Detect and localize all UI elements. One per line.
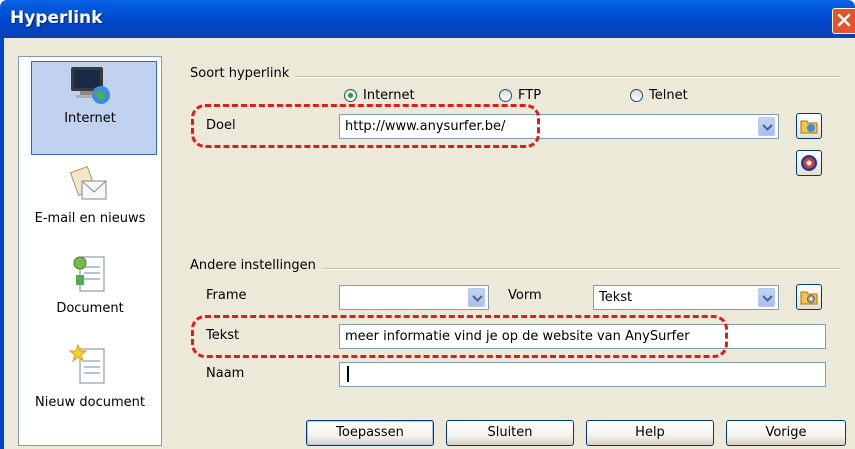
apply-button[interactable]: Toepassen xyxy=(306,420,434,446)
radio-circle xyxy=(344,89,357,102)
radio-circle xyxy=(630,89,643,102)
radio-ftp[interactable]: FTP xyxy=(499,88,541,103)
title-bar: Hyperlink xyxy=(0,0,855,38)
chevron-down-icon xyxy=(762,124,773,131)
sidebar-item-label: Internet xyxy=(64,111,116,126)
back-button[interactable]: Vorige xyxy=(726,420,846,446)
text-field[interactable]: meer informatie vind je op de website va… xyxy=(339,324,826,349)
target-dropdown-button[interactable] xyxy=(758,117,775,136)
sidebar-item-new-document[interactable]: Nieuw document xyxy=(19,343,161,439)
target-icon xyxy=(801,155,817,171)
open-file-button[interactable] xyxy=(796,113,822,139)
radio-label: Telnet xyxy=(649,88,688,103)
form-label: Vorm xyxy=(508,288,542,303)
radio-circle xyxy=(499,89,512,102)
sidebar-item-label: E-mail en nieuws xyxy=(34,211,146,226)
radio-label: FTP xyxy=(518,88,542,103)
help-button[interactable]: Help xyxy=(586,420,714,446)
sidebar-item-email[interactable]: E-mail en nieuws xyxy=(19,165,161,255)
text-value: meer informatie vind je op de website va… xyxy=(345,329,690,344)
globe-monitor-icon xyxy=(71,67,110,104)
hyperlink-type-sidebar: Internet E-mail en nieuws Document Nieuw… xyxy=(18,56,162,446)
form-value: Tekst xyxy=(599,290,633,305)
name-field[interactable] xyxy=(339,362,826,387)
sidebar-item-internet[interactable]: Internet xyxy=(19,57,161,157)
form-combobox[interactable]: Tekst xyxy=(593,285,779,310)
text-caret xyxy=(347,366,349,382)
document-icon xyxy=(73,256,105,292)
frame-combobox[interactable] xyxy=(339,285,489,310)
close-dialog-button[interactable]: Sluiten xyxy=(446,420,574,446)
text-label: Tekst xyxy=(206,328,240,343)
folder-gear-icon xyxy=(800,291,818,305)
radio-internet[interactable]: Internet xyxy=(344,88,415,103)
target-in-document-button[interactable] xyxy=(796,150,822,176)
close-button[interactable] xyxy=(832,8,855,34)
events-button[interactable] xyxy=(796,284,822,310)
window-title: Hyperlink xyxy=(10,8,103,28)
group-title-hyperlink-type: Soort hyperlink xyxy=(190,66,296,81)
target-label: Doel xyxy=(206,118,236,133)
form-dropdown-button[interactable] xyxy=(758,288,775,307)
radio-telnet[interactable]: Telnet xyxy=(630,88,688,103)
sidebar-item-label: Nieuw document xyxy=(35,395,145,410)
target-url-combobox[interactable]: http://www.anysurfer.be/ xyxy=(339,114,779,139)
name-label: Naam xyxy=(206,366,245,381)
chevron-down-icon xyxy=(472,295,483,302)
sidebar-item-document[interactable]: Document xyxy=(19,255,161,345)
frame-label: Frame xyxy=(206,288,247,303)
folder-globe-icon xyxy=(800,120,818,134)
envelope-icon xyxy=(69,166,107,200)
sidebar-item-label: Document xyxy=(56,301,124,316)
radio-label: Internet xyxy=(363,88,415,103)
chevron-down-icon xyxy=(762,295,773,302)
target-url-value: http://www.anysurfer.be/ xyxy=(345,119,506,134)
group-title-other-settings: Andere instellingen xyxy=(190,258,322,273)
frame-dropdown-button[interactable] xyxy=(468,288,485,307)
new-document-icon xyxy=(68,343,105,384)
close-icon xyxy=(837,13,851,27)
